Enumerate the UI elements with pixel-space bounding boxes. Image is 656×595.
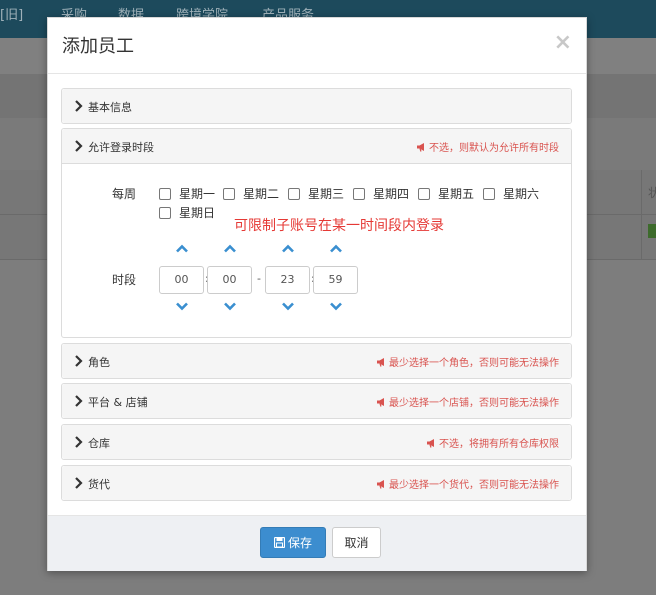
megaphone-icon [377,357,384,367]
checkbox-label: 星期六 [503,187,540,201]
panel-hint: 最少选择一个角色，否则可能无法操作 [376,354,559,369]
chevron-right-icon [75,436,83,448]
checkbox-sunday[interactable]: 星期日 [159,204,215,221]
checkbox-wednesday[interactable]: 星期三 [288,185,344,202]
start-minute-input[interactable]: 00 [207,266,252,294]
checkbox-label: 星期二 [243,187,280,201]
panel-hint: 最少选择一个店铺，否则可能无法操作 [376,394,559,409]
chevron-right-icon [75,140,83,152]
panel-role: 角色 最少选择一个角色，否则可能无法操作 [61,343,572,379]
panel-platform-store: 平台 & 店铺 最少选择一个店铺，否则可能无法操作 [61,383,572,419]
checkbox-label: 星期四 [373,187,410,201]
checkbox-label: 星期一 [179,187,216,201]
time-dash: - [257,272,261,285]
panel-header-login-time[interactable]: 允许登录时段 不选，则默认为允许所有时段 [62,129,571,164]
panel-header-forwarder[interactable]: 货代 最少选择一个货代，否则可能无法操作 [62,466,571,500]
start-hour-input[interactable]: 00 [159,266,204,294]
checkbox-label: 星期三 [308,187,345,201]
panel-header-warehouse[interactable]: 仓库 不选，将拥有所有仓库权限 [62,425,571,459]
panel-label: 货代 [88,478,110,491]
panel-warehouse: 仓库 不选，将拥有所有仓库权限 [61,424,572,460]
panel-hint-text: 不选，则默认为允许所有时段 [429,143,559,154]
panel-hint-text: 最少选择一个店铺，否则可能无法操作 [389,398,559,409]
panel-header-basic-info[interactable]: 基本信息 [62,89,571,123]
panel-basic-info: 基本信息 [61,88,572,124]
annotation-text: 可限制子账号在某一时间段内登录 [234,218,444,234]
nav-item-old[interactable]: [旧] [0,4,23,23]
bg-table-header-cell: 状 [648,186,656,200]
megaphone-icon [427,438,434,448]
increment-end-minute-icon[interactable] [329,244,343,253]
save-button-label: 保存 [287,536,312,550]
panel-label: 基本信息 [88,101,132,114]
weekly-label: 每周 [112,187,137,201]
panel-header-role[interactable]: 角色 最少选择一个角色，否则可能无法操作 [62,344,571,378]
panel-hint-text: 最少选择一个角色，否则可能无法操作 [389,358,559,369]
checkbox-saturday[interactable]: 星期六 [483,185,539,202]
panel-hint: 不选，则默认为允许所有时段 [416,139,559,154]
end-minute-input[interactable]: 59 [313,266,358,294]
panel-label: 仓库 [88,437,110,450]
floppy-disk-icon [273,537,285,548]
add-employee-modal: 添加员工 × 基本信息 允许登录时段 不选，则默认为允许所有时段 每周 星期一 … [47,17,587,571]
modal-title: 添加员工 [62,36,134,57]
bg-status-indicator [648,224,656,238]
chevron-right-icon [75,395,83,407]
panel-hint: 最少选择一个货代，否则可能无法操作 [376,476,559,491]
checkbox-thursday[interactable]: 星期四 [353,185,409,202]
decrement-start-hour-icon[interactable] [175,302,189,311]
checkbox-box[interactable] [483,187,495,200]
modal-header: 添加员工 × [48,18,586,74]
panel-hint-text: 不选，将拥有所有仓库权限 [439,439,559,450]
checkbox-box[interactable] [353,187,365,200]
panel-label: 角色 [88,356,110,369]
panel-label: 平台 & 店铺 [88,396,148,409]
chevron-right-icon [75,477,83,489]
checkbox-box[interactable] [223,187,235,200]
panel-hint-text: 最少选择一个货代，否则可能无法操作 [389,480,559,491]
checkbox-monday[interactable]: 星期一 [159,185,215,202]
panel-forwarder: 货代 最少选择一个货代，否则可能无法操作 [61,465,572,501]
megaphone-icon [417,142,424,152]
chevron-right-icon [75,355,83,367]
increment-start-hour-icon[interactable] [175,244,189,253]
decrement-end-minute-icon[interactable] [329,302,343,311]
checkbox-box[interactable] [159,206,171,219]
bg-table-divider [641,170,642,260]
checkbox-box[interactable] [418,187,430,200]
save-button[interactable]: 保存 [260,527,326,558]
cancel-button[interactable]: 取消 [332,527,381,558]
megaphone-icon [377,479,384,489]
checkbox-tuesday[interactable]: 星期二 [223,185,279,202]
chevron-right-icon [75,100,83,112]
modal-footer: 保存 取消 [48,515,586,571]
end-hour-input[interactable]: 23 [265,266,310,294]
panel-hint: 不选，将拥有所有仓库权限 [426,435,559,450]
panel-label: 允许登录时段 [88,141,154,154]
checkbox-label: 星期五 [438,187,475,201]
panel-header-platform-store[interactable]: 平台 & 店铺 最少选择一个店铺，否则可能无法操作 [62,384,571,418]
increment-end-hour-icon[interactable] [281,244,295,253]
checkbox-label: 星期日 [179,206,216,220]
decrement-end-hour-icon[interactable] [281,302,295,311]
checkbox-box[interactable] [159,187,171,200]
close-icon[interactable]: × [554,30,572,56]
increment-start-minute-icon[interactable] [223,244,237,253]
megaphone-icon [377,397,384,407]
checkbox-box[interactable] [288,187,300,200]
checkbox-friday[interactable]: 星期五 [418,185,474,202]
decrement-start-minute-icon[interactable] [223,302,237,311]
time-range-label: 时段 [112,273,137,287]
